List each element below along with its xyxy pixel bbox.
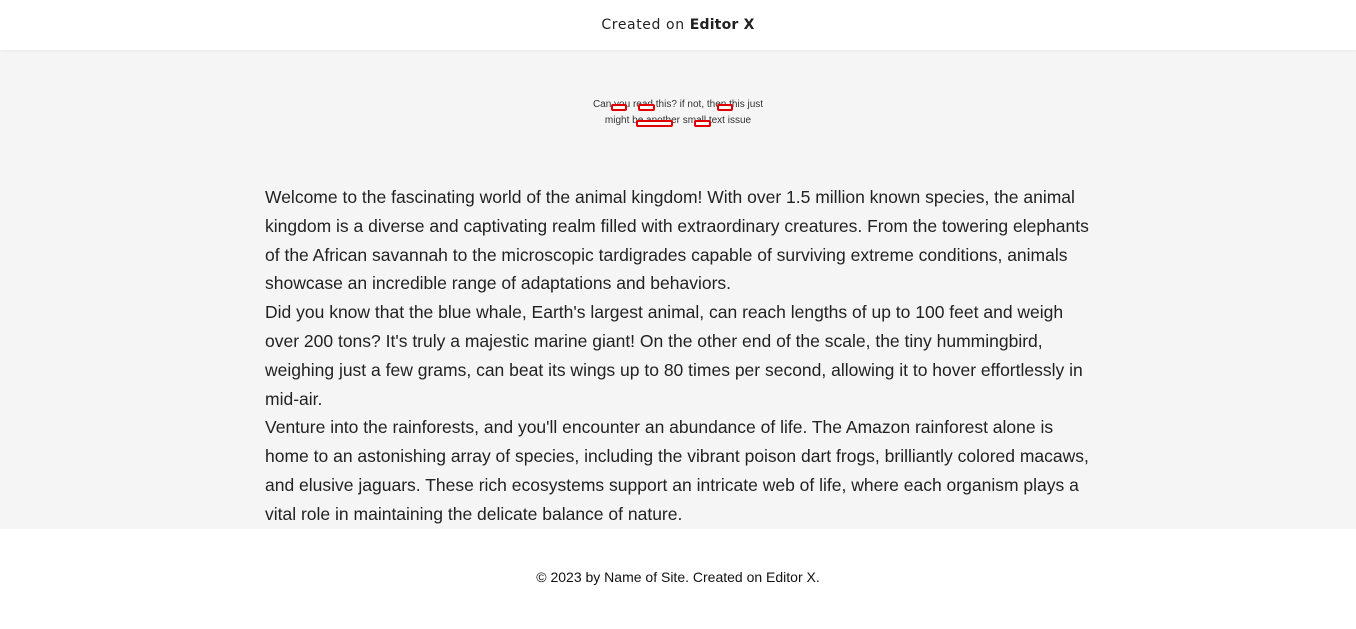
article-body: Welcome to the fascinating world of the … (265, 183, 1095, 529)
footer-copyright: © 2023 by Name of Site. Created on Edito… (536, 569, 820, 585)
page: Created on Editor X g Can you read this?… (0, 0, 1356, 629)
issue-marker (638, 104, 655, 111)
banner-created-label: Created on (601, 17, 685, 33)
issue-marker (717, 104, 733, 111)
banner-brand[interactable]: Editor X (690, 17, 755, 33)
article-paragraph: Did you know that the blue whale, Earth'… (265, 302, 1083, 409)
issue-marker (611, 104, 627, 111)
main-content: g Can you read this? if not, then this j… (0, 0, 1356, 529)
small-text-caption: Can you read this? if not, then this jus… (592, 99, 764, 126)
issue-marker (636, 120, 673, 127)
article-paragraph: Welcome to the fascinating world of the … (265, 187, 1089, 294)
site-footer: © 2023 by Name of Site. Created on Edito… (0, 529, 1356, 629)
issue-marker (694, 120, 711, 127)
editor-x-banner[interactable]: Created on Editor X (0, 0, 1356, 50)
article-paragraph: Venture into the rainforests, and you'll… (265, 417, 1089, 524)
